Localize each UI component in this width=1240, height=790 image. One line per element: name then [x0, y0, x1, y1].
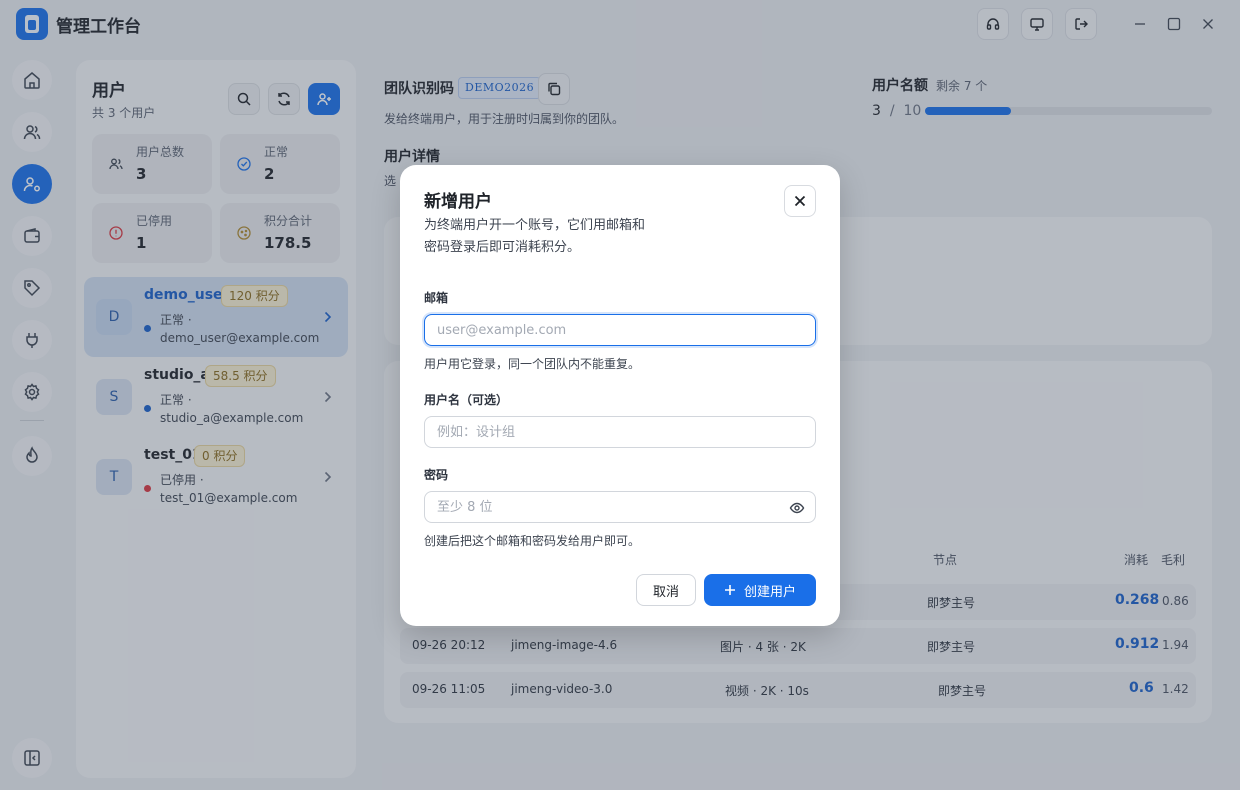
password-field[interactable] [424, 491, 816, 523]
create-user-button[interactable]: 创建用户 [704, 574, 816, 606]
email-field[interactable] [424, 314, 816, 346]
email-label: 邮箱 [424, 291, 449, 305]
cancel-button[interactable]: 取消 [636, 574, 696, 606]
toggle-password-visibility[interactable] [788, 499, 806, 517]
add-user-dialog: 新增用户 为终端用户开一个账号，它们用邮箱和密码登录后即可消耗积分。 邮箱 用户… [400, 165, 840, 626]
create-user-label: 创建用户 [743, 584, 796, 600]
email-hint: 用户用它登录，同一个团队内不能重复。 [424, 357, 641, 371]
close-dialog-button[interactable] [784, 185, 816, 217]
close-icon [794, 195, 806, 207]
password-hint: 创建后把这个邮箱和密码发给用户即可。 [424, 534, 641, 548]
eye-icon [789, 502, 805, 514]
username-label: 用户名（可选） [424, 393, 509, 407]
username-field[interactable] [424, 416, 816, 448]
plus-icon [724, 585, 735, 595]
dialog-title: 新增用户 [424, 192, 492, 212]
dialog-description: 为终端用户开一个账号，它们用邮箱和密码登录后即可消耗积分。 [424, 218, 646, 255]
password-label: 密码 [424, 468, 449, 482]
